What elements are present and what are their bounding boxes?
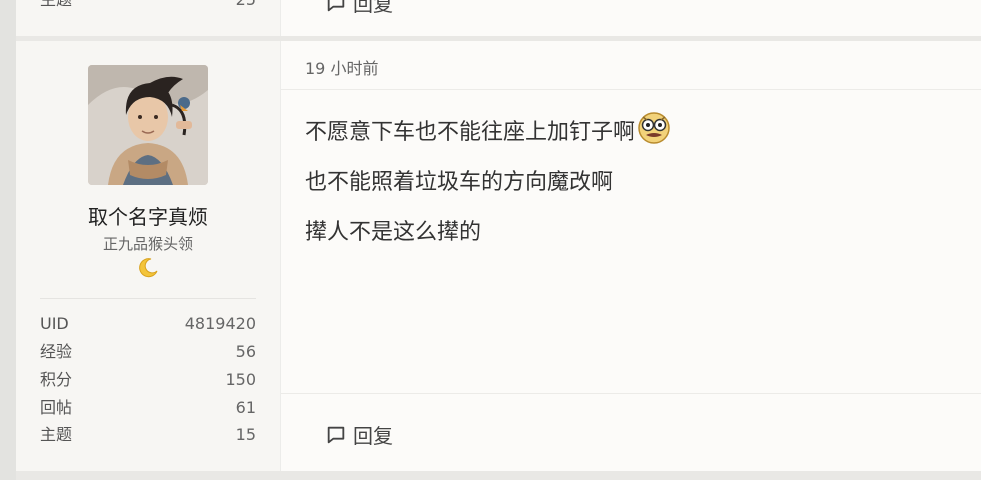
- previous-post-main: 回复: [281, 0, 981, 36]
- stat-label: UID: [40, 314, 69, 333]
- avatar-illustration: [88, 65, 208, 185]
- stat-label: 主题: [40, 0, 72, 10]
- post-content: 不愿意下车也不能往座上加钉子啊 也不能照着垃圾车的方向魔改啊 撵人不是这么撵的: [305, 112, 957, 267]
- stat-value: 61: [235, 398, 256, 417]
- comment-icon: [327, 0, 345, 11]
- comment-icon: [327, 426, 345, 443]
- previous-post-card: 主题 25 回复: [16, 0, 981, 36]
- page-left-gutter: [0, 0, 16, 480]
- shocked-face-emoji: [638, 112, 670, 144]
- post-main: 19 小时前 不愿意下车也不能往座上加钉子啊 也不能照着垃圾车的方向魔改啊 撵人…: [281, 41, 981, 471]
- post-text: 也不能照着垃圾车的方向魔改啊: [305, 170, 614, 195]
- stat-label: 主题: [40, 425, 73, 444]
- post-author-sidebar: 取个名字真烦 正九品猴头领 UID 4819420 经验 56 积分 150 回…: [16, 41, 281, 471]
- stat-value: 15: [235, 425, 256, 444]
- username[interactable]: 取个名字真烦: [16, 201, 280, 230]
- post-text: 撵人不是这么撵的: [305, 220, 482, 245]
- stat-value: 150: [225, 370, 256, 389]
- post-card: 取个名字真烦 正九品猴头领 UID 4819420 经验 56 积分 150 回…: [16, 41, 981, 471]
- post-text-line: 撵人不是这么撵的: [305, 217, 957, 267]
- previous-post-sidebar: 主题 25: [16, 0, 281, 36]
- stat-value: 4819420: [184, 314, 256, 333]
- avatar[interactable]: [88, 65, 208, 185]
- post-header: 19 小时前: [281, 41, 981, 90]
- post-footer: 回复: [281, 393, 981, 471]
- reply-label: 回复: [353, 0, 393, 16]
- previous-reply-button[interactable]: 回复: [325, 0, 393, 17]
- stat-value: 56: [235, 342, 256, 361]
- sidebar-divider: [40, 298, 256, 299]
- reply-button[interactable]: 回复: [325, 420, 393, 449]
- stat-label: 积分: [40, 370, 73, 389]
- crescent-moon-icon: [139, 258, 158, 278]
- stat-value: 25: [236, 0, 256, 10]
- post-text-line: 也不能照着垃圾车的方向魔改啊: [305, 167, 957, 217]
- stat-label: 回帖: [40, 398, 73, 417]
- user-rank: 正九品猴头领: [102, 235, 193, 253]
- post-text-line: 不愿意下车也不能往座上加钉子啊: [305, 112, 957, 167]
- reply-label: 回复: [353, 424, 393, 448]
- post-timestamp: 19 小时前: [305, 59, 379, 78]
- stat-label: 经验: [40, 342, 73, 361]
- post-text: 不愿意下车也不能往座上加钉子啊: [305, 120, 636, 145]
